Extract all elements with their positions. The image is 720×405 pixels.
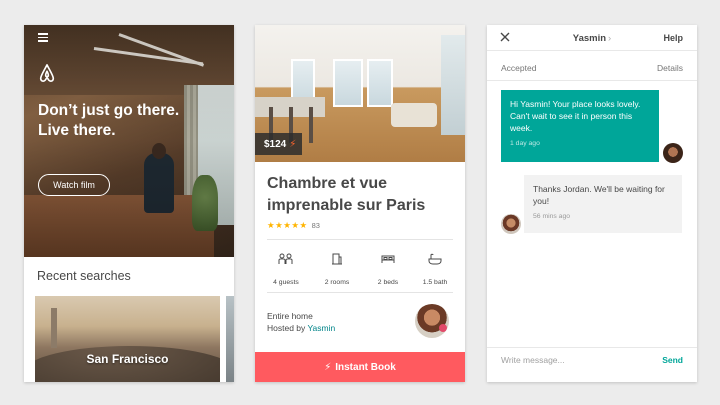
hero-line-2: Live there. (38, 122, 116, 139)
amenity-rooms: 2 rooms (314, 253, 360, 289)
divider (267, 292, 453, 293)
listing-title: Chambre et vue imprenable sur Paris (267, 175, 426, 214)
guests-icon (278, 253, 293, 264)
contact-name: Yasmin (572, 33, 607, 44)
host-avatar[interactable] (415, 304, 449, 338)
watch-film-button[interactable]: Watch film (38, 174, 110, 196)
hosted-by: Hosted by Yasmin (267, 323, 335, 333)
instant-book-bolt-icon: ⚡ (289, 138, 297, 150)
rooms-icon (332, 253, 342, 265)
divider (487, 347, 697, 348)
home-type: Entire home (267, 311, 313, 321)
hero-headline: Don’t just go there. Live there. (38, 101, 228, 141)
message-bubble-received: Thanks Jordan. We'll be waiting for you!… (524, 175, 682, 233)
review-count: 83 (311, 221, 320, 230)
price-value: $124 (264, 138, 287, 150)
hero-image: Don’t just go there. Live there. Watch f… (24, 25, 234, 257)
chat-screen: Yasmin › Help Accepted Details Hi Yasmin!… (487, 25, 697, 382)
bolt-icon: ⚡ (324, 361, 332, 373)
recent-search-city: San Francisco (86, 352, 169, 366)
hero-line-1: Don’t just go there. (38, 102, 180, 119)
amenity-bath-label: 1.5 bath (422, 279, 448, 286)
host-name-link[interactable]: Yasmin (308, 323, 336, 333)
instant-book-label: Instant Book (335, 361, 396, 373)
message-text: Thanks Jordan. We'll be waiting for you! (533, 184, 665, 206)
amenity-guests: 4 guests (263, 253, 309, 289)
airbnb-logo-icon (39, 64, 55, 82)
amenity-beds-label: 2 beds (377, 279, 399, 286)
menu-icon[interactable] (38, 33, 48, 44)
message-bubble-sent: Hi Yasmin! Your place looks lovely. Can'… (501, 90, 659, 162)
reservation-status: Accepted (501, 63, 537, 73)
recent-search-card[interactable]: San Francisco (35, 296, 220, 382)
listing-rating[interactable]: ★★★★★ 83 (267, 220, 320, 231)
send-button[interactable]: Send (662, 355, 683, 365)
host-avatar-small (501, 214, 521, 234)
amenity-bath: 1.5 bath (412, 253, 458, 289)
beds-icon (381, 255, 395, 263)
message-input[interactable] (501, 355, 631, 365)
message-text: Hi Yasmin! Your place looks lovely. Can'… (510, 99, 641, 133)
amenity-rooms-label: 2 rooms (324, 279, 350, 286)
divider (267, 239, 453, 240)
hosted-by-prefix: Hosted by (267, 323, 306, 333)
home-screen: Don’t just go there. Live there. Watch f… (24, 25, 234, 382)
divider (487, 80, 697, 81)
amenity-guests-label: 4 guests (273, 279, 299, 286)
help-link[interactable]: Help (663, 33, 683, 43)
recent-search-card-next[interactable] (226, 296, 234, 382)
star-rating-icon: ★★★★★ (267, 220, 308, 230)
listing-screen: $124 ⚡ Chambre et vue imprenable sur Par… (255, 25, 465, 382)
price-badge: $124 ⚡ (255, 133, 303, 155)
message-time: 56 mins ago (533, 213, 571, 220)
amenity-beds: 2 beds (365, 253, 411, 289)
message-time: 1 day ago (510, 140, 540, 147)
recent-searches-title: Recent searches (37, 269, 131, 283)
instant-book-button[interactable]: ⚡ Instant Book (255, 352, 465, 382)
bath-icon (428, 253, 442, 265)
details-link[interactable]: Details (657, 63, 683, 73)
sender-avatar (663, 143, 683, 163)
divider (487, 50, 697, 51)
chevron-right-icon: › (608, 33, 612, 44)
